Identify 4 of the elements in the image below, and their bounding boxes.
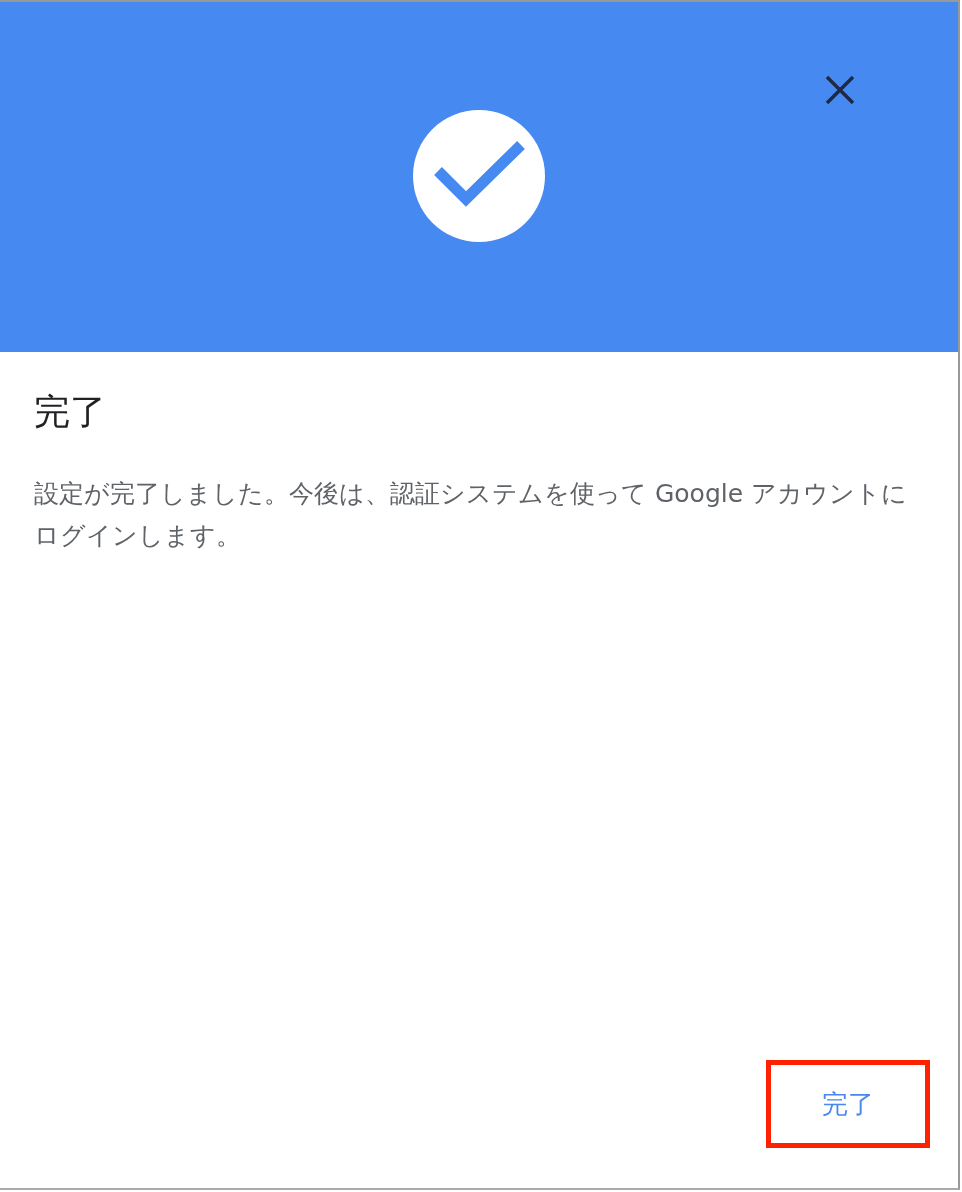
dialog-message: 設定が完了しました。今後は、認証システムを使って Google アカウントにログインします。 — [34, 478, 909, 553]
dialog-title: 完了 — [34, 390, 107, 434]
done-button[interactable]: 完了 — [766, 1060, 930, 1148]
checkmark-circle-icon — [412, 109, 546, 243]
